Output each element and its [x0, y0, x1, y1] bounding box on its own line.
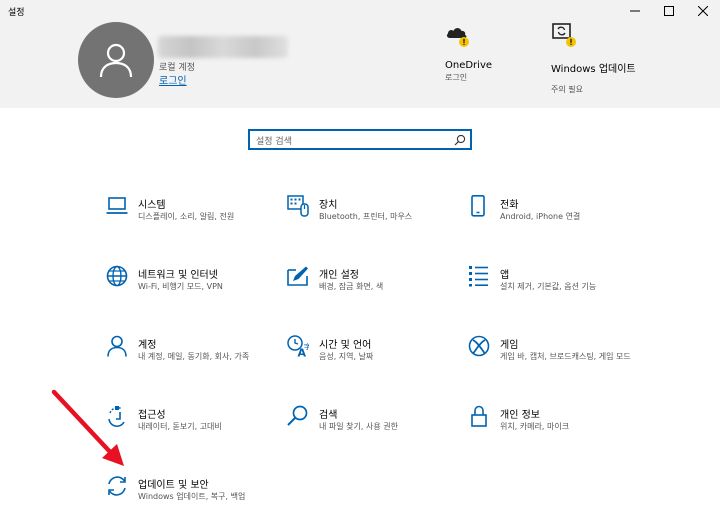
tile-description: Wi-Fi, 비행기 모드, VPN [138, 282, 223, 291]
person-icon [107, 335, 127, 357]
keyboard-icon [287, 195, 309, 217]
cloud-warning-icon [446, 28, 469, 47]
maximize-icon [664, 6, 674, 16]
tile-description: 음성, 지역, 날짜 [319, 352, 374, 361]
onedrive-status: 로그인 [445, 73, 468, 82]
time-language-icon: A 字 [287, 335, 309, 357]
windows-update-label: Windows 업데이트 [551, 64, 636, 75]
tile-gaming[interactable]: 게임 게임 바, 캡처, 브로드캐스팅, 게임 모드 [468, 335, 648, 387]
avatar[interactable] [78, 22, 154, 98]
tile-description: 위치, 카메라, 마이크 [500, 422, 570, 431]
tile-network[interactable]: 네트워크 및 인터넷 Wi-Fi, 비행기 모드, VPN [106, 265, 286, 317]
tile-description: Android, iPhone 연결 [500, 212, 581, 221]
tile-personalization[interactable]: 개인 설정 배경, 잠금 화면, 색 [287, 265, 467, 317]
settings-search[interactable]: 설정 검색 [248, 129, 472, 150]
minimize-button[interactable] [618, 0, 652, 22]
update-warning-icon [552, 23, 576, 47]
tile-name: 계정 [138, 340, 157, 351]
globe-icon [106, 265, 128, 287]
tile-description: 게임 바, 캡처, 브로드캐스팅, 게임 모드 [500, 352, 631, 361]
tile-name: 개인 설정 [319, 270, 359, 281]
tile-accessibility[interactable]: 접근성 내레이터, 돋보기, 고대비 [106, 405, 286, 457]
tile-time-language[interactable]: A 字 시간 및 언어 음성, 지역, 날짜 [287, 335, 467, 387]
sync-icon [108, 476, 126, 496]
tile-name: 전화 [500, 200, 519, 211]
tile-system[interactable]: 시스템 디스플레이, 소리, 알림, 전원 [106, 195, 286, 247]
search-icon [287, 405, 308, 426]
tile-description: Bluetooth, 프린터, 마우스 [319, 212, 413, 221]
close-icon [698, 6, 708, 16]
onedrive-label: OneDrive [445, 60, 493, 71]
tile-name: 개인 정보 [500, 410, 540, 421]
title-bar: 설정 [0, 0, 720, 22]
search-placeholder: 설정 검색 [256, 137, 292, 147]
tile-name: 시간 및 언어 [319, 340, 372, 351]
phone-icon [471, 195, 485, 217]
tile-name: 업데이트 및 보안 [138, 480, 209, 491]
paint-icon [287, 266, 308, 286]
minimize-icon [630, 10, 640, 12]
svg-text:字: 字 [304, 342, 309, 351]
apps-list-icon [469, 266, 488, 287]
tile-name: 게임 [500, 340, 519, 351]
maximize-button[interactable] [652, 0, 686, 22]
windows-update-status: 주의 필요 [551, 85, 583, 94]
tile-update-security[interactable]: 업데이트 및 보안 Windows 업데이트, 복구, 백업 [106, 475, 286, 526]
tile-privacy[interactable]: 개인 정보 위치, 카메라, 마이크 [468, 405, 648, 457]
laptop-icon [106, 197, 128, 214]
windows-update-item[interactable]: Windows 업데이트 주의 필요 [551, 22, 661, 102]
login-link[interactable]: 로그인 [159, 72, 187, 87]
account-header: 로컬 계정 로그인 OneDrive 로그인 Windows 업데이트 주의 필… [0, 22, 720, 108]
tile-name: 앱 [500, 270, 510, 281]
window-title: 설정 [8, 8, 25, 18]
tile-name: 접근성 [138, 410, 166, 421]
tile-search[interactable]: 검색 내 파일 찾기, 사용 권한 [287, 405, 467, 457]
lock-icon [471, 405, 487, 427]
tile-devices[interactable]: 장치 Bluetooth, 프린터, 마우스 [287, 195, 467, 247]
tile-name: 장치 [319, 200, 338, 211]
tile-description: 내레이터, 돋보기, 고대비 [138, 422, 222, 431]
tile-accounts[interactable]: 계정 내 계정, 메일, 동기화, 회사, 가족 [106, 335, 286, 387]
close-button[interactable] [686, 0, 720, 22]
onedrive-item[interactable]: OneDrive 로그인 [445, 22, 525, 102]
tile-phone[interactable]: 전화 Android, iPhone 연결 [468, 195, 648, 247]
tile-name: 네트워크 및 인터넷 [138, 270, 218, 281]
tile-description: 디스플레이, 소리, 알림, 전원 [138, 212, 235, 221]
tile-description: 내 파일 찾기, 사용 권한 [319, 422, 398, 431]
user-name-redacted [158, 36, 288, 58]
xbox-icon [468, 335, 490, 357]
annotation-arrow-icon [51, 389, 124, 466]
tile-description: Windows 업데이트, 복구, 백업 [138, 492, 246, 501]
user-icon [99, 43, 133, 78]
tile-apps[interactable]: 앱 설치 제거, 기본값, 옵션 기능 [468, 265, 648, 317]
tile-name: 검색 [319, 410, 338, 421]
search-icon [454, 134, 466, 146]
tile-description: 설치 제거, 기본값, 옵션 기능 [500, 282, 597, 291]
tile-name: 시스템 [138, 200, 166, 211]
tile-description: 배경, 잠금 화면, 색 [319, 282, 384, 291]
tile-description: 내 계정, 메일, 동기화, 회사, 가족 [138, 352, 250, 361]
